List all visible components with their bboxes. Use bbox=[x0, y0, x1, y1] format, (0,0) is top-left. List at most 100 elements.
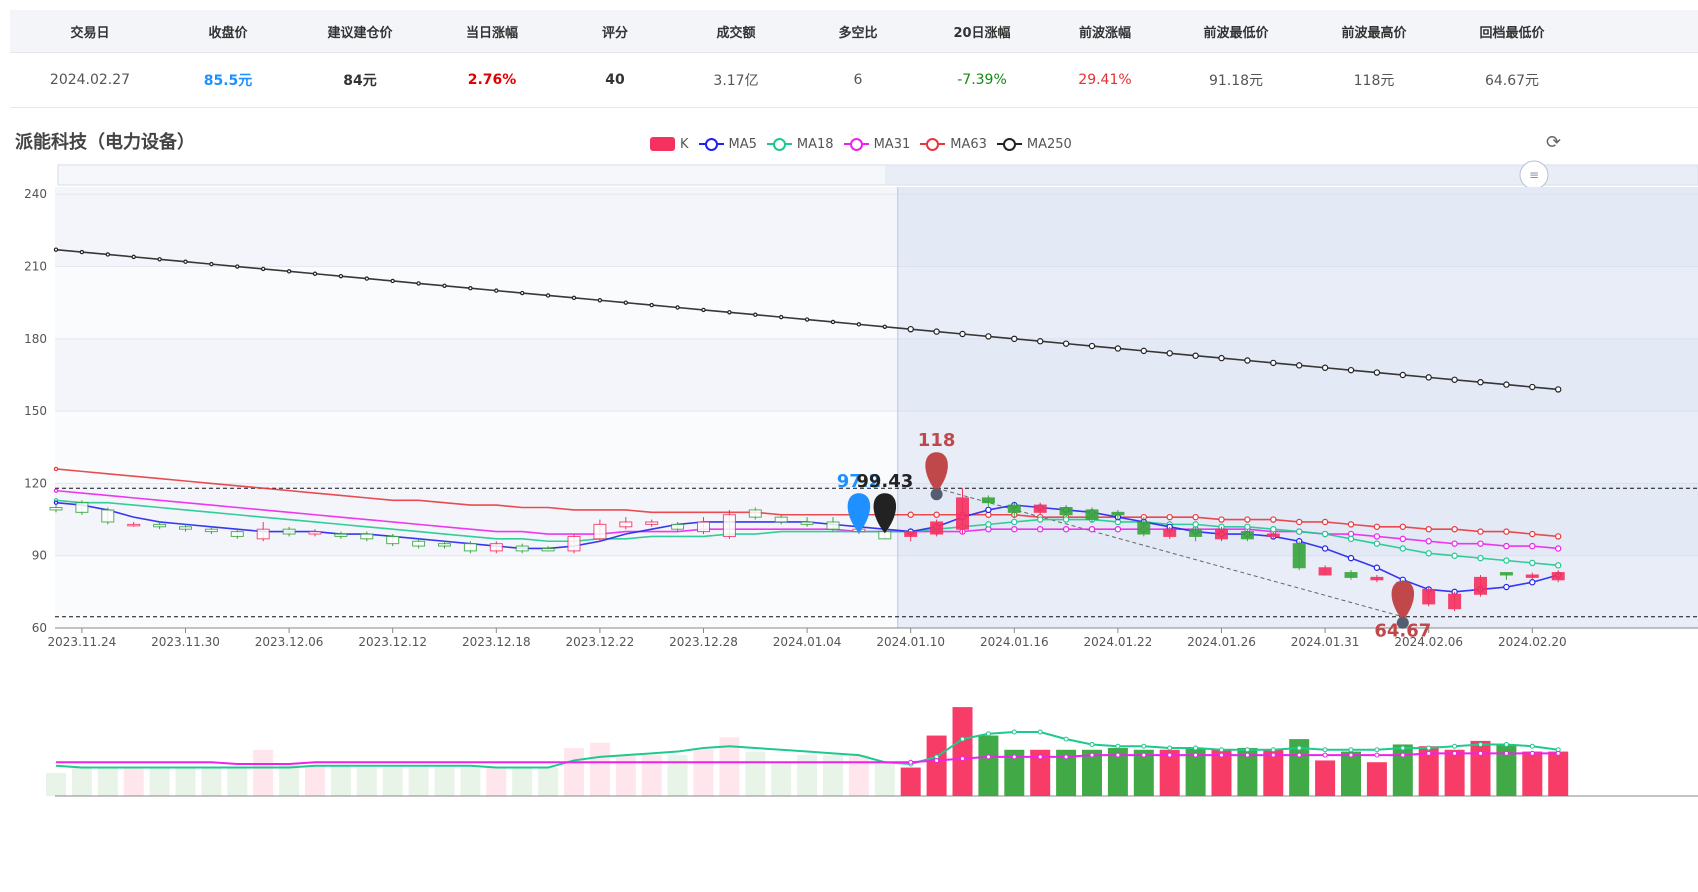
candle-body bbox=[49, 507, 63, 511]
ma250-line-point bbox=[442, 283, 447, 289]
ma18-line-point bbox=[1062, 516, 1070, 523]
ma18-line-point bbox=[1244, 523, 1251, 530]
ma250-line-point bbox=[830, 319, 836, 325]
volume-bar bbox=[874, 762, 895, 796]
ma250-line-point bbox=[1529, 383, 1536, 391]
x-tick-label: 2023.12.12 bbox=[358, 635, 427, 649]
ma250-line-point bbox=[959, 330, 966, 338]
ma63-line-point bbox=[1244, 516, 1251, 523]
ma31-line-point bbox=[1062, 525, 1070, 533]
candle-body bbox=[230, 531, 244, 537]
candlestick-chart: ≡ 60 90 120 150 180 210 240 2023.11.24 2023.11.30… bbox=[24, 160, 1698, 797]
candle-body bbox=[75, 502, 89, 513]
volume-ma-line-b-point bbox=[1348, 752, 1354, 758]
ma250-line-point bbox=[1321, 364, 1329, 371]
ma250-line-point bbox=[597, 298, 603, 303]
ma31-line-point bbox=[1399, 535, 1407, 543]
ma31-line-point bbox=[1554, 545, 1562, 552]
ma250-line-point bbox=[312, 271, 318, 276]
ma250-line-point bbox=[338, 273, 344, 279]
ma63-line-point bbox=[1503, 528, 1510, 535]
volume-ma-line-a-point bbox=[1374, 747, 1380, 753]
volume-bar bbox=[978, 735, 999, 796]
volume-ma-line-b-point bbox=[1063, 754, 1069, 760]
volume-bar bbox=[97, 767, 118, 796]
candle-body bbox=[1137, 521, 1151, 535]
ma250-line-point bbox=[649, 302, 654, 308]
ma18-line-point bbox=[1270, 525, 1277, 533]
ma250-line-point bbox=[261, 266, 266, 272]
ma5-line-point bbox=[1373, 564, 1381, 571]
volume-ma-line-b-point bbox=[908, 759, 914, 765]
ma18-line-point bbox=[1529, 559, 1536, 567]
candle-body bbox=[981, 497, 995, 504]
candle-body bbox=[1448, 593, 1462, 610]
ma250-line-point bbox=[1011, 335, 1018, 343]
candle-body bbox=[438, 543, 451, 547]
volume-ma-line-a-point bbox=[1115, 743, 1121, 749]
volume-bar bbox=[952, 707, 973, 796]
candle-body bbox=[904, 531, 918, 537]
candle-body bbox=[567, 535, 581, 552]
ma31-line-point bbox=[1529, 542, 1536, 550]
ma18-line-point bbox=[1011, 518, 1018, 526]
volume-bar bbox=[408, 767, 429, 796]
volume-ma-line-a-point bbox=[1296, 745, 1302, 751]
volume-ma-line-b-point bbox=[1374, 752, 1380, 758]
candle-body bbox=[645, 521, 659, 525]
volume-bar bbox=[1315, 760, 1336, 796]
volume-ma-line-b-point bbox=[1037, 754, 1043, 760]
x-tick-label: 2024.01.31 bbox=[1291, 635, 1360, 649]
x-tick-label: 2024.02.20 bbox=[1498, 635, 1567, 649]
volume-ma-line-a-point bbox=[1270, 747, 1276, 753]
ma250-line-point bbox=[1451, 376, 1458, 383]
candle-body bbox=[489, 543, 503, 552]
ma31-line-point bbox=[1451, 540, 1458, 547]
volume-ma-line-b-point bbox=[1089, 752, 1095, 758]
volume-ma-line-a-point bbox=[1011, 729, 1017, 735]
volume-bar bbox=[434, 767, 455, 796]
ma250-line-point bbox=[1425, 374, 1432, 381]
volume-bar bbox=[46, 772, 66, 796]
volume-ma-line-a-point bbox=[1322, 747, 1328, 753]
candle-body bbox=[1422, 588, 1436, 605]
volume-bar bbox=[1522, 751, 1543, 796]
ma250-line-point bbox=[364, 276, 369, 281]
volume-bar bbox=[771, 762, 792, 796]
ma250-line-point bbox=[494, 288, 499, 293]
ma31-line-point bbox=[1114, 525, 1122, 533]
ma250-line-point bbox=[985, 333, 992, 340]
volume-ma-line-a-point bbox=[985, 731, 991, 737]
volume-ma-line-b-point bbox=[1244, 752, 1250, 758]
volume-ma-line-b-point bbox=[1296, 752, 1302, 758]
ma250-line-point bbox=[1036, 338, 1044, 345]
volume-ma-line-a-point bbox=[1167, 745, 1173, 751]
ma250-line-point bbox=[183, 259, 188, 264]
ma18-line-point bbox=[1192, 521, 1199, 528]
ma250-line-point bbox=[105, 252, 111, 257]
candle-body bbox=[930, 521, 944, 535]
data-zoom-selected-range bbox=[885, 165, 1698, 185]
volume-bar bbox=[227, 767, 248, 796]
volume-ma-line-b-point bbox=[1167, 752, 1173, 758]
ma63-line-point bbox=[1451, 525, 1458, 533]
x-tick-label: 2023.12.28 bbox=[669, 635, 738, 649]
ma31-line-point bbox=[1011, 525, 1018, 533]
ma250-line-point bbox=[545, 293, 551, 298]
volume-ma-line-b-point bbox=[1478, 750, 1483, 756]
volume-bar bbox=[538, 767, 559, 796]
volume-bar bbox=[382, 767, 403, 796]
volume-ma-line-a-point bbox=[1089, 741, 1095, 747]
ma18-line-point bbox=[1399, 545, 1407, 552]
volume-bar bbox=[486, 767, 507, 796]
volume-ma-line-a-point bbox=[1529, 743, 1535, 749]
ma31-line-point bbox=[1477, 540, 1484, 547]
y-tick-label: 90 bbox=[32, 549, 47, 563]
candle-body bbox=[308, 531, 322, 535]
volume-ma-line-a-point bbox=[1452, 743, 1458, 749]
x-tick-label: 2024.01.10 bbox=[876, 635, 945, 649]
ma250-line-point bbox=[1295, 362, 1303, 369]
ma250-line-point bbox=[1140, 347, 1148, 355]
ma250-line-point bbox=[1062, 340, 1070, 347]
candle-body bbox=[748, 509, 762, 518]
